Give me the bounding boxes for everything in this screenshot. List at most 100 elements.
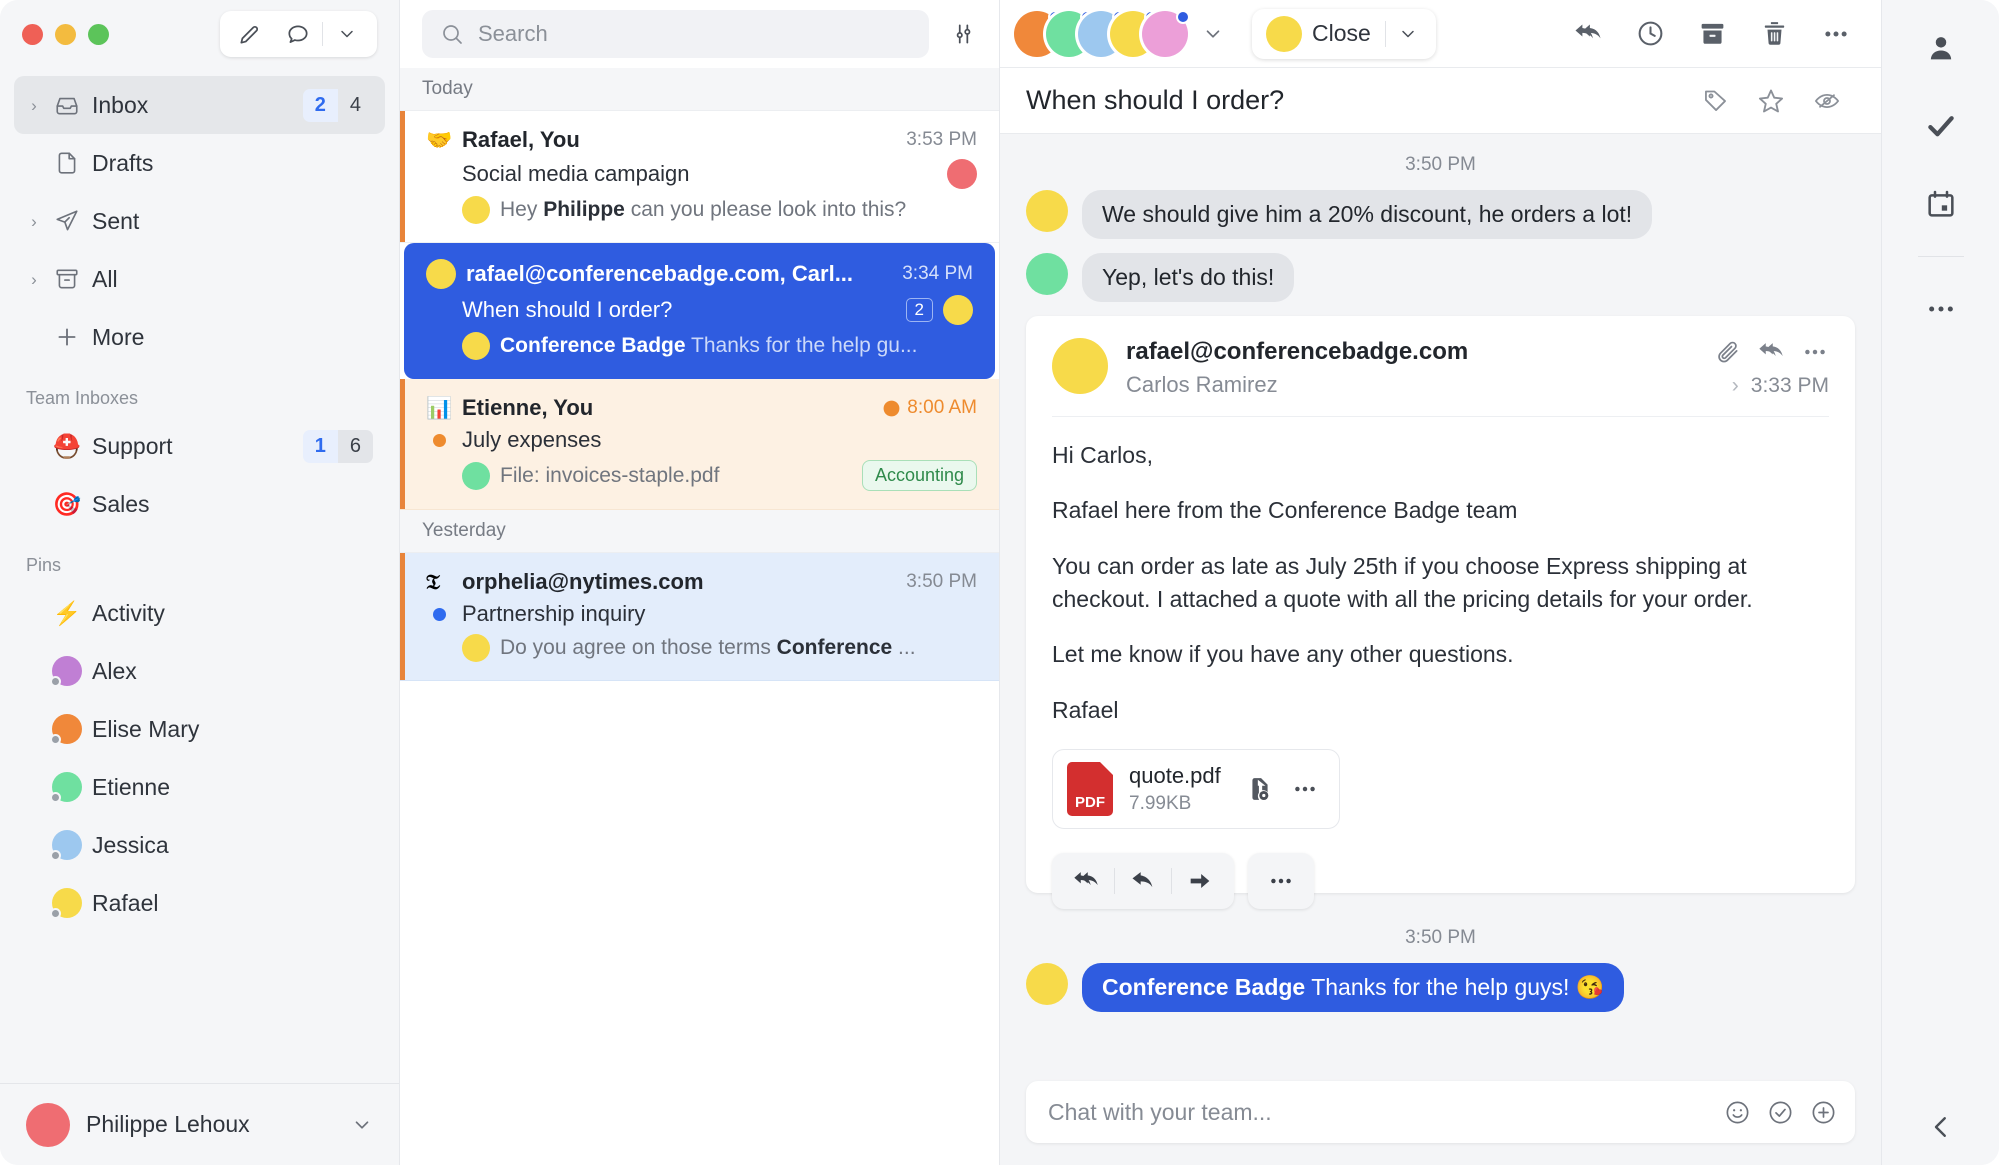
- sender-email: rafael@conferencebadge.com: [1126, 338, 1469, 365]
- list-item-subject-row: July expenses: [426, 427, 977, 453]
- calendar-icon[interactable]: [1910, 178, 1972, 230]
- tag-icon[interactable]: [1687, 79, 1743, 123]
- tag-badge[interactable]: Accounting: [861, 460, 977, 491]
- search-placeholder: Search: [478, 21, 548, 46]
- sender-info: rafael@conferencebadge.com Carlos Ramire…: [1126, 338, 1697, 398]
- participants-avatar-stack[interactable]: [1014, 9, 1190, 57]
- list-item-subject-row: Social media campaign: [426, 159, 977, 189]
- emoji-icon[interactable]: [1724, 1099, 1751, 1126]
- composer-icons: [1724, 1099, 1837, 1126]
- compose-pencil-icon[interactable]: [226, 14, 274, 54]
- sidebar-item-etienne[interactable]: › Etienne: [14, 758, 385, 816]
- sidebar-item-label: Inbox: [92, 91, 149, 118]
- list-item[interactable]: 𝔗 orphelia@nytimes.com 3:50 PM Partnersh…: [400, 553, 999, 681]
- list-item[interactable]: 📊 Etienne, You 8:00 AM July expenses Fil…: [400, 379, 999, 510]
- paperclip-icon[interactable]: [1715, 339, 1741, 365]
- close-options-chevron-icon[interactable]: [1386, 24, 1430, 44]
- forward-icon[interactable]: [1172, 857, 1228, 905]
- list-item-snippet: Do you agree on those terms Conference .…: [500, 636, 916, 659]
- chat-message: We should give him a 20% discount, he or…: [1026, 190, 1855, 239]
- chat-bubble-icon[interactable]: [274, 14, 322, 54]
- trash-icon[interactable]: [1747, 10, 1801, 58]
- sidebar-item-rafael[interactable]: › Rafael: [14, 874, 385, 932]
- sidebar-item-elise-mary[interactable]: › Elise Mary: [14, 700, 385, 758]
- sidebar-item-activity[interactable]: › ⚡ Activity: [14, 584, 385, 642]
- user-menu-chevron-icon[interactable]: [351, 1114, 373, 1136]
- expand-chevron-icon[interactable]: ›: [1732, 374, 1739, 398]
- composer-area: Chat with your team...: [1000, 1065, 1881, 1165]
- drafts-icon: [52, 150, 82, 176]
- sidebar-item-more[interactable]: › More: [14, 308, 385, 366]
- more-horizontal-icon[interactable]: [1291, 775, 1319, 803]
- list-item-time: 3:50 PM: [906, 571, 977, 592]
- expand-chevron-icon[interactable]: ›: [26, 97, 42, 114]
- more-horizontal-icon[interactable]: [1809, 10, 1863, 58]
- sidebar-item-sales[interactable]: › 🎯 Sales: [14, 475, 385, 533]
- sidebar-item-sent[interactable]: › Sent: [14, 192, 385, 250]
- status-dot: [432, 433, 446, 447]
- chat-input[interactable]: Chat with your team...: [1026, 1081, 1855, 1143]
- sidebar: › Inbox 2 4 › Drafts ›: [0, 0, 400, 1165]
- compose-options-chevron-icon[interactable]: [323, 14, 371, 54]
- list-item[interactable]: 🤝 Rafael, You 3:53 PM Social media campa…: [400, 111, 999, 243]
- sidebar-item-label: Etienne: [92, 773, 171, 800]
- sender-name: Carlos Ramirez: [1126, 372, 1278, 397]
- plus-circle-icon[interactable]: [1810, 1099, 1837, 1126]
- sender-avatar: [1052, 338, 1108, 394]
- collapse-panel-chevron-left-icon[interactable]: [1910, 1113, 1972, 1165]
- reply-all-icon[interactable]: [1757, 338, 1785, 366]
- sidebar-item-label: Alex: [92, 657, 137, 684]
- preview-file-icon[interactable]: [1247, 776, 1273, 802]
- sidebar-item-label: Jessica: [92, 831, 169, 858]
- sidebar-item-label: Activity: [92, 599, 165, 626]
- participants-chevron-icon[interactable]: [1202, 23, 1224, 45]
- close-button[interactable]: Close: [1252, 8, 1436, 59]
- handshake-icon: 🤝: [426, 128, 453, 152]
- sidebar-item-inbox[interactable]: › Inbox 2 4: [14, 76, 385, 134]
- snooze-clock-icon[interactable]: [1623, 10, 1677, 58]
- unread-bar: [400, 553, 405, 680]
- reply-all-icon[interactable]: [1058, 857, 1114, 905]
- check-circle-icon[interactable]: [1767, 1099, 1794, 1126]
- reply-icon[interactable]: [1115, 857, 1171, 905]
- reply-button-group: [1052, 853, 1234, 910]
- current-user-bar[interactable]: Philippe Lehoux: [0, 1083, 399, 1165]
- archive-icon[interactable]: [1685, 10, 1739, 58]
- list-item-header: 𝔗 orphelia@nytimes.com 3:50 PM: [426, 569, 977, 595]
- eye-hidden-icon[interactable]: [1799, 79, 1855, 123]
- maximize-window-button[interactable]: [88, 23, 109, 45]
- list-item-sender: Etienne, You: [462, 395, 594, 420]
- search-input[interactable]: Search: [422, 10, 929, 58]
- snippet-avatar: [462, 461, 490, 490]
- expand-chevron-icon[interactable]: ›: [26, 271, 42, 288]
- sidebar-item-all[interactable]: › All: [14, 250, 385, 308]
- close-window-button[interactable]: [22, 23, 43, 45]
- minimize-window-button[interactable]: [55, 23, 76, 45]
- more-horizontal-icon[interactable]: [1801, 338, 1829, 366]
- more-horizontal-icon[interactable]: [1248, 853, 1314, 910]
- snippet-avatar: [462, 634, 490, 662]
- star-icon[interactable]: [1743, 79, 1799, 123]
- attachment-card[interactable]: PDF quote.pdf 7.99KB: [1052, 749, 1340, 830]
- sidebar-item-alex[interactable]: › Alex: [14, 642, 385, 700]
- person-icon[interactable]: [1910, 22, 1972, 74]
- unread-bar: [400, 111, 405, 242]
- email-actions: [1715, 338, 1829, 366]
- inbox-icon: [52, 92, 82, 118]
- reply-all-icon[interactable]: [1561, 10, 1615, 58]
- filter-sliders-icon[interactable]: [943, 21, 983, 47]
- check-icon[interactable]: [1910, 100, 1972, 152]
- sidebar-item-label: Sent: [92, 207, 140, 234]
- email-paragraph: Rafael here from the Conference Badge te…: [1052, 497, 1518, 524]
- email-time: › 3:33 PM: [1731, 374, 1829, 398]
- list-item-selected[interactable]: rafael@conferencebadge.com, Carl... 3:34…: [404, 243, 995, 379]
- expand-chevron-icon[interactable]: ›: [26, 213, 42, 230]
- list-item-subject: When should I order?: [462, 297, 673, 322]
- team-inboxes-title: Team Inboxes: [26, 388, 139, 408]
- more-horizontal-icon[interactable]: [1910, 283, 1972, 335]
- email-signature: Rafael: [1052, 696, 1119, 723]
- sidebar-item-jessica[interactable]: › Jessica: [14, 816, 385, 874]
- snippet-avatar: [462, 332, 490, 360]
- sidebar-item-support[interactable]: › ⛑️ Support 1 6: [14, 417, 385, 475]
- sidebar-item-drafts[interactable]: › Drafts: [14, 134, 385, 192]
